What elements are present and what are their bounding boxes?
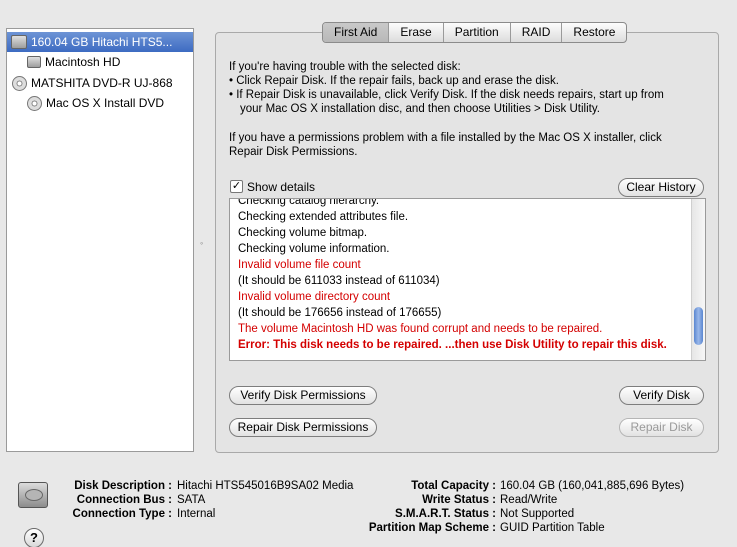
tab-first-aid[interactable]: First Aid	[323, 23, 390, 42]
show-details-label: Show details	[247, 180, 316, 194]
log-line: (It should be 176656 instead of 176655)	[238, 307, 442, 319]
disk-sidebar: 160.04 GB Hitachi HTS5... Macintosh HD M…	[6, 28, 194, 452]
sidebar-item-label: Macintosh HD	[45, 55, 121, 69]
sidebar-item-label: Mac OS X Install DVD	[46, 96, 165, 110]
write-status-label: Write Status :	[422, 494, 496, 506]
log-line: Checking volume bitmap.	[238, 227, 368, 239]
instruction-bullet-1: • Click Repair Disk. If the repair fails…	[229, 75, 560, 87]
tab-partition[interactable]: Partition	[444, 23, 511, 42]
sidebar-item-label: 160.04 GB Hitachi HTS5...	[31, 35, 173, 49]
tab-bar: First Aid Erase Partition RAID Restore	[322, 22, 628, 43]
connection-type-label: Connection Type :	[72, 508, 172, 520]
tab-raid[interactable]: RAID	[511, 23, 563, 42]
trouble-heading: If you're having trouble with the select…	[229, 61, 461, 73]
log-scrollbar[interactable]	[691, 199, 705, 360]
sidebar-item-dvd-drive[interactable]: MATSHITA DVD-R UJ-868	[7, 73, 173, 93]
total-capacity-label: Total Capacity :	[411, 480, 496, 492]
connection-bus-label: Connection Bus :	[76, 494, 172, 506]
partition-map-scheme-value: GUID Partition Table	[500, 522, 605, 534]
optical-drive-icon	[12, 75, 27, 91]
tab-restore[interactable]: Restore	[562, 23, 626, 42]
connection-type-value: Internal	[177, 508, 216, 520]
verify-disk-permissions-button[interactable]: Verify Disk Permissions	[229, 386, 377, 405]
log-line-error: The volume Macintosh HD was found corrup…	[238, 323, 603, 335]
sidebar-item-label: MATSHITA DVD-R UJ-868	[31, 76, 173, 90]
log-line: Checking catalog hierarchy.	[238, 198, 380, 207]
log-scroll-thumb[interactable]	[694, 307, 703, 345]
total-capacity-value: 160.04 GB (160,041,885,696 Bytes)	[500, 480, 685, 492]
repair-disk-button[interactable]: Repair Disk	[619, 418, 704, 437]
splitter-handle[interactable]: ◦	[200, 238, 203, 248]
permissions-note-continued: Repair Disk Permissions.	[229, 146, 358, 158]
smart-status-label: S.M.A.R.T. Status :	[395, 508, 496, 520]
partition-map-scheme-label: Partition Map Scheme :	[368, 522, 496, 534]
permissions-note: If you have a permissions problem with a…	[229, 132, 662, 144]
help-icon[interactable]: ?	[24, 528, 44, 547]
hard-disk-icon	[18, 482, 48, 508]
log-line: Checking volume information.	[238, 243, 390, 255]
log-line: Checking extended attributes file.	[238, 211, 409, 223]
write-status-value: Read/Write	[500, 494, 558, 506]
show-details-checkbox[interactable]: ✓	[230, 180, 243, 193]
clear-history-button[interactable]: Clear History	[618, 178, 704, 197]
details-log: Checking catalog hierarchy. Checking ext…	[229, 198, 706, 361]
repair-disk-permissions-button[interactable]: Repair Disk Permissions	[229, 418, 377, 437]
disk-description-value: Hitachi HTS545016B9SA02 Media	[177, 480, 354, 492]
connection-bus-value: SATA	[177, 494, 206, 506]
sidebar-item-hitachi-disk[interactable]: 160.04 GB Hitachi HTS5...	[7, 32, 193, 52]
tab-erase[interactable]: Erase	[389, 23, 444, 42]
smart-status-value: Not Supported	[500, 508, 575, 520]
hard-disk-icon	[11, 35, 27, 49]
instruction-bullet-2: • If Repair Disk is unavailable, click V…	[229, 89, 664, 101]
sidebar-item-macintosh-hd[interactable]: Macintosh HD	[7, 52, 120, 72]
sidebar-item-install-dvd[interactable]: Mac OS X Install DVD	[7, 93, 164, 113]
volume-icon	[27, 56, 41, 68]
log-line-error: Invalid volume directory count	[238, 291, 391, 303]
log-line-error: Error: This disk needs to be repaired. .…	[238, 339, 667, 351]
instruction-bullet-2-continued: your Mac OS X installation disc, and the…	[240, 103, 600, 115]
log-line-error: Invalid volume file count	[238, 259, 361, 271]
disk-description-label: Disk Description :	[74, 480, 172, 492]
dvd-icon	[27, 95, 42, 111]
verify-disk-button[interactable]: Verify Disk	[619, 386, 704, 405]
log-line: (It should be 611033 instead of 611034)	[238, 275, 440, 287]
